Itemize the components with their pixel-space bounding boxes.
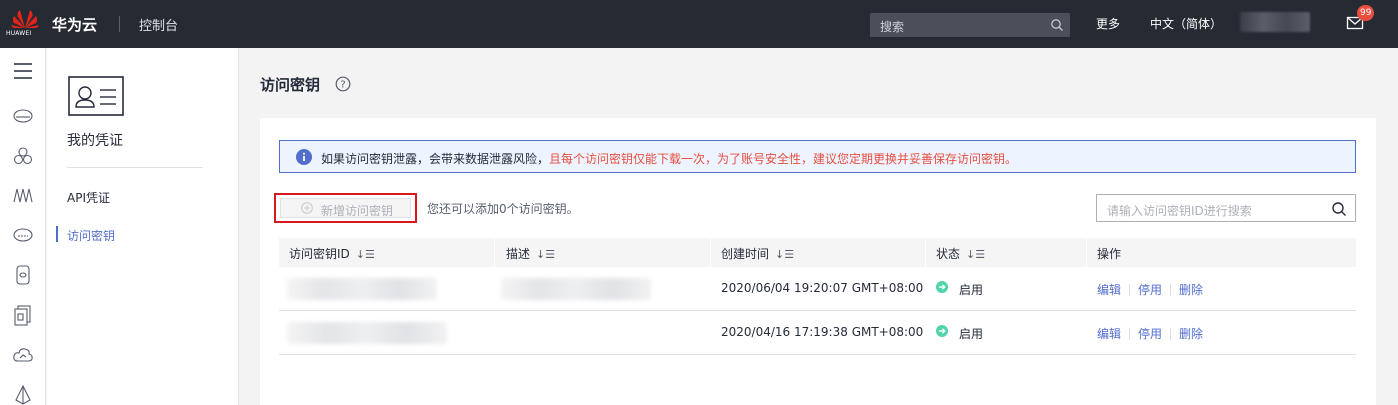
divider	[1129, 284, 1131, 296]
column-separator	[1086, 238, 1087, 267]
column-header-status[interactable]: 状态 ↓☰	[936, 245, 985, 262]
column-separator	[494, 238, 495, 267]
delete-link[interactable]: 删除	[1179, 327, 1203, 341]
edit-link[interactable]: 编辑	[1097, 327, 1121, 341]
status-enabled-icon	[936, 281, 948, 293]
document-icon[interactable]	[12, 304, 34, 326]
created-time: 2020/04/16 17:19:38 GMT+08:00	[721, 325, 924, 339]
network-icon[interactable]	[12, 184, 34, 206]
search-icon[interactable]	[1050, 18, 1064, 32]
column-separator	[710, 238, 711, 267]
cloud-server-icon[interactable]	[12, 105, 34, 127]
deploy-icon[interactable]	[12, 384, 34, 405]
disable-link[interactable]: 停用	[1138, 283, 1162, 297]
status-text: 启用	[959, 327, 984, 341]
table-row: 2020/04/16 17:19:38 GMT+08:00 启用 编辑 停用 删除	[279, 311, 1356, 355]
edit-link[interactable]: 编辑	[1097, 283, 1121, 297]
status-enabled-icon	[936, 325, 948, 337]
disable-link[interactable]: 停用	[1138, 327, 1162, 341]
svg-text:?: ?	[340, 80, 345, 91]
access-keys-panel: 如果访问密钥泄露，会带来数据泄露风险，且每个访问密钥仅能下载一次，为了账号安全性…	[260, 118, 1376, 405]
created-time: 2020/06/04 19:20:07 GMT+08:00	[721, 281, 924, 295]
add-access-key-button[interactable]: 新增访问密钥	[280, 198, 411, 218]
table-row: 2020/06/04 19:20:07 GMT+08:00 启用 编辑 停用 删除	[279, 267, 1356, 311]
database-icon[interactable]	[12, 264, 34, 286]
info-icon	[296, 149, 312, 165]
search-icon[interactable]	[1331, 201, 1347, 217]
help-icon[interactable]: ?	[335, 76, 351, 92]
sort-icon[interactable]: ↓☰	[536, 248, 555, 261]
highlight-box: 新增访问密钥	[274, 193, 417, 223]
plus-icon	[301, 202, 313, 214]
access-key-id-redacted	[287, 322, 447, 344]
access-key-search-input[interactable]: 请输入访问密钥ID进行搜索	[1096, 194, 1356, 222]
global-search-input[interactable]: 搜索	[870, 13, 1070, 37]
add-access-key-label: 新增访问密钥	[321, 204, 394, 218]
search-placeholder: 搜索	[880, 20, 905, 34]
service-icon-rail	[0, 48, 46, 405]
column-separator	[925, 238, 926, 267]
search-placeholder: 请输入访问密钥ID进行搜索	[1107, 204, 1252, 218]
page-title: 访问密钥	[260, 76, 321, 94]
status-text: 启用	[959, 283, 984, 297]
security-notice: 如果访问密钥泄露，会带来数据泄露风险，且每个访问密钥仅能下载一次，为了账号安全性…	[279, 140, 1356, 173]
top-navigation-bar: HUAWEI 华为云 控制台 搜索 更多 中文（简体） 99	[0, 0, 1398, 48]
credentials-sidebar: 我的凭证 API凭证 访问密钥	[47, 48, 239, 405]
remaining-quota-text: 您还可以添加0个访问密钥。	[427, 202, 579, 216]
cluster-icon[interactable]	[12, 145, 34, 167]
access-key-id-redacted	[287, 278, 437, 300]
notice-warning-text: 且每个访问密钥仅能下载一次，为了账号安全性，建议您定期更换并妥善保存访问密钥。	[549, 152, 1018, 166]
credential-card-icon	[68, 76, 124, 116]
table-header: 访问密钥ID ↓☰ 描述 ↓☰ 创建时间 ↓☰ 状态 ↓☰ 操作	[279, 238, 1356, 267]
sidebar-title: 我的凭证	[67, 133, 123, 149]
delete-link[interactable]: 删除	[1179, 283, 1203, 297]
menu-icon[interactable]	[12, 60, 34, 82]
user-account-menu[interactable]	[1240, 12, 1310, 32]
mail-count-badge: 99	[1357, 5, 1375, 21]
sidebar-item-access-keys[interactable]: 访问密钥	[67, 227, 115, 244]
column-header-created-time[interactable]: 创建时间 ↓☰	[721, 245, 794, 262]
active-indicator	[56, 226, 58, 242]
cloud-icon[interactable]	[12, 344, 34, 366]
column-header-key-id[interactable]: 访问密钥ID ↓☰	[289, 245, 375, 262]
more-menu[interactable]: 更多	[1096, 15, 1120, 32]
divider	[1170, 284, 1172, 296]
column-header-actions: 操作	[1097, 247, 1122, 261]
divider	[1170, 328, 1172, 340]
divider	[1129, 328, 1131, 340]
column-header-description[interactable]: 描述 ↓☰	[506, 245, 555, 262]
console-link[interactable]: 控制台	[139, 15, 178, 34]
storage-icon[interactable]	[12, 224, 34, 246]
sort-icon[interactable]: ↓☰	[356, 248, 375, 261]
divider	[119, 16, 120, 32]
sort-icon[interactable]: ↓☰	[775, 248, 794, 261]
notice-text: 如果访问密钥泄露，会带来数据泄露风险，	[321, 152, 550, 166]
sidebar-divider	[67, 167, 203, 168]
sidebar-item-api-credentials[interactable]: API凭证	[67, 189, 110, 206]
description-redacted	[501, 278, 651, 300]
language-selector[interactable]: 中文（简体）	[1150, 15, 1222, 32]
logo-text: HUAWEI	[6, 30, 32, 37]
sort-icon[interactable]: ↓☰	[966, 248, 985, 261]
brand-name[interactable]: 华为云	[52, 14, 97, 35]
